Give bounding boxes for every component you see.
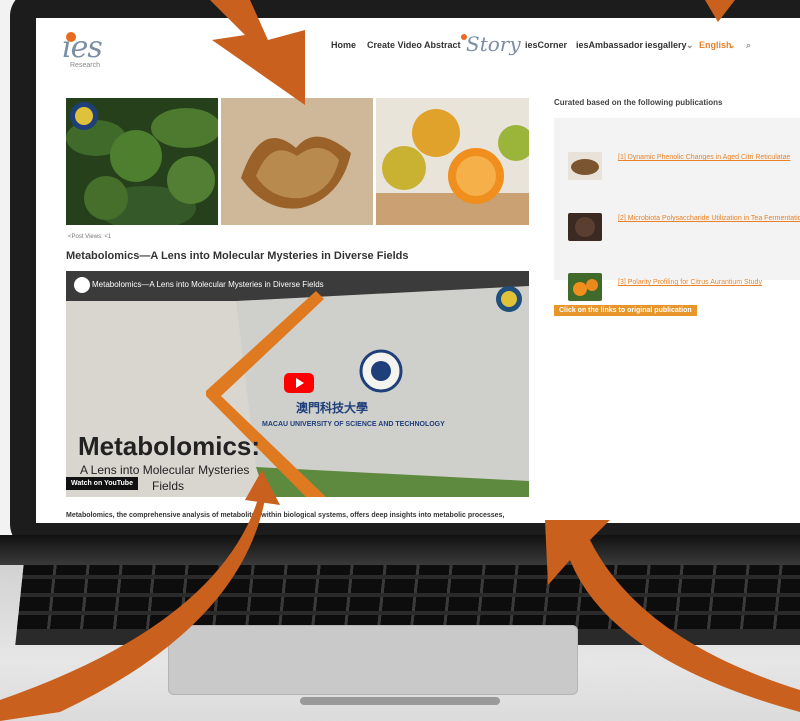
video-title[interactable]: Metabolomics—A Lens into Molecular Myste… — [92, 280, 324, 289]
youtube-logo: YouTube — [104, 480, 133, 487]
publication-thumbnail — [568, 152, 602, 180]
post-views: <Post Views: <1 — [68, 234, 112, 240]
laptop-screen: ies Research Home Create Video Abstract … — [36, 18, 800, 523]
photo-citrus-tree — [66, 98, 218, 225]
video-subline-2: Fields — [152, 479, 185, 493]
play-button[interactable] — [284, 373, 314, 393]
building-english-sign: MACAU UNIVERSITY OF SCIENCE AND TECHNOLO… — [262, 421, 445, 428]
video-subline: A Lens into Molecular Mysteries — [80, 463, 250, 477]
language-chevron-icon: ⌄ — [728, 40, 736, 50]
video-embed[interactable]: Metabolomics—A Lens into Molecular Myste… — [66, 271, 529, 497]
ies-logo[interactable]: ies Research — [62, 30, 122, 70]
publication-link-2[interactable]: [2] Microbiota Polysaccharide Utilizatio… — [618, 213, 800, 224]
watch-on-youtube-button[interactable]: Watch on YouTube — [66, 477, 138, 490]
publications-list: [1] Dynamic Phenolic Changes in Aged Cit… — [554, 118, 800, 301]
laptop-scene: ies Research Home Create Video Abstract … — [0, 0, 800, 721]
search-icon[interactable]: ⌕ — [746, 40, 751, 51]
building-chinese-sign: 澳門科技大學 — [296, 401, 369, 415]
post-title: Metabolomics—A Lens into Molecular Myste… — [66, 250, 409, 262]
hero-photos — [66, 98, 529, 225]
nav-iescorner[interactable]: iesCorner — [525, 40, 567, 50]
site-header: ies Research Home Create Video Abstract … — [36, 18, 800, 78]
laptop-front-lip — [300, 697, 500, 705]
post-body: Metabolomics, the comprehensive analysis… — [66, 512, 505, 519]
logo-dot-icon — [66, 32, 76, 42]
nav-iestory[interactable]: Story — [466, 32, 521, 56]
publication-thumbnail — [568, 213, 602, 241]
logo-subtext: Research — [70, 62, 100, 69]
sidebar-heading: Curated based on the following publicati… — [554, 98, 723, 107]
nav-iesgallery[interactable]: iesgallery — [645, 40, 687, 50]
chevron-down-icon: ⌄ — [686, 40, 694, 50]
channel-logo-icon — [74, 277, 90, 293]
watch-on-label: Watch on — [71, 480, 103, 487]
nav-iesambassador[interactable]: iesAmbassador — [576, 40, 643, 50]
publication-link-1[interactable]: [1] Dynamic Phenolic Changes in Aged Cit… — [618, 152, 800, 163]
nav-create-video-abstract[interactable]: Create Video Abstract — [367, 40, 461, 50]
video-headline: Metabolomics: — [78, 431, 261, 461]
photo-oranges — [376, 98, 529, 225]
publication-thumbnail — [568, 273, 602, 301]
laptop-hinge — [0, 535, 800, 565]
touchpad — [168, 625, 578, 695]
publication-link-3[interactable]: [3] Polarity Profiling for Citrus Aurant… — [618, 277, 800, 288]
original-publication-button[interactable]: Click on the links to original publicati… — [554, 305, 697, 316]
nav-language[interactable]: English — [699, 40, 732, 50]
nav-home[interactable]: Home — [331, 40, 356, 50]
photo-dried-peel — [221, 98, 373, 225]
